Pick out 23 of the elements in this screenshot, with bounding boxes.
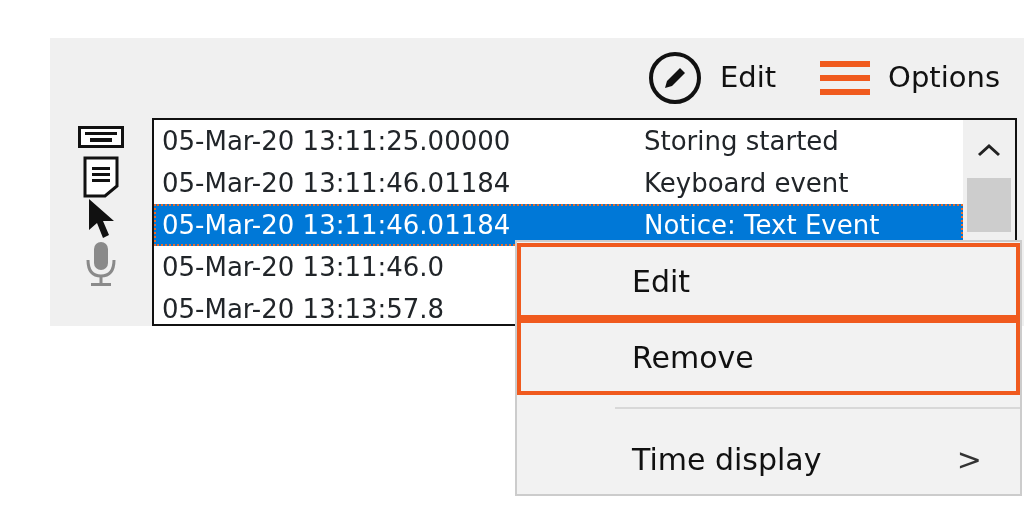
edit-button[interactable]: Edit — [647, 51, 777, 105]
cursor-icon[interactable] — [86, 198, 116, 240]
timestamp-text: 05-Mar-20 13:11:25.00000 — [162, 124, 512, 158]
log-row[interactable]: 05-Mar-20 13:11:25.00000 Storing started — [154, 120, 963, 162]
event-text: Keyboard event — [644, 166, 849, 200]
log-row[interactable]: 05-Mar-20 13:11:46.01184 Notice: Text Event — [154, 204, 963, 246]
timestamp-text: 05-Mar-20 13:13:57.8 — [162, 292, 446, 324]
timestamp-text: 05-Mar-20 13:11:46.01184 — [162, 208, 512, 242]
options-button[interactable]: Options — [820, 56, 1000, 100]
scroll-up-icon[interactable] — [976, 142, 1002, 158]
scrollbar-thumb[interactable] — [967, 178, 1011, 232]
menu-item[interactable]: Edit — [517, 243, 1020, 319]
event-text: Storing started — [644, 124, 839, 158]
note-icon[interactable] — [83, 156, 119, 198]
menu-item[interactable]: Time display > — [517, 421, 1020, 497]
menu-icon — [820, 58, 871, 98]
log-row[interactable]: 05-Mar-20 13:11:46.01184 Keyboard event — [154, 162, 963, 204]
keyboard-icon[interactable] — [78, 126, 124, 148]
menu-item[interactable]: Remove — [517, 319, 1020, 395]
timestamp-text: 05-Mar-20 13:11:46.01184 — [162, 166, 512, 200]
event-text: Notice: Text Event — [644, 208, 880, 242]
pencil-icon — [647, 51, 702, 105]
submenu-arrow-icon: > — [956, 436, 982, 482]
